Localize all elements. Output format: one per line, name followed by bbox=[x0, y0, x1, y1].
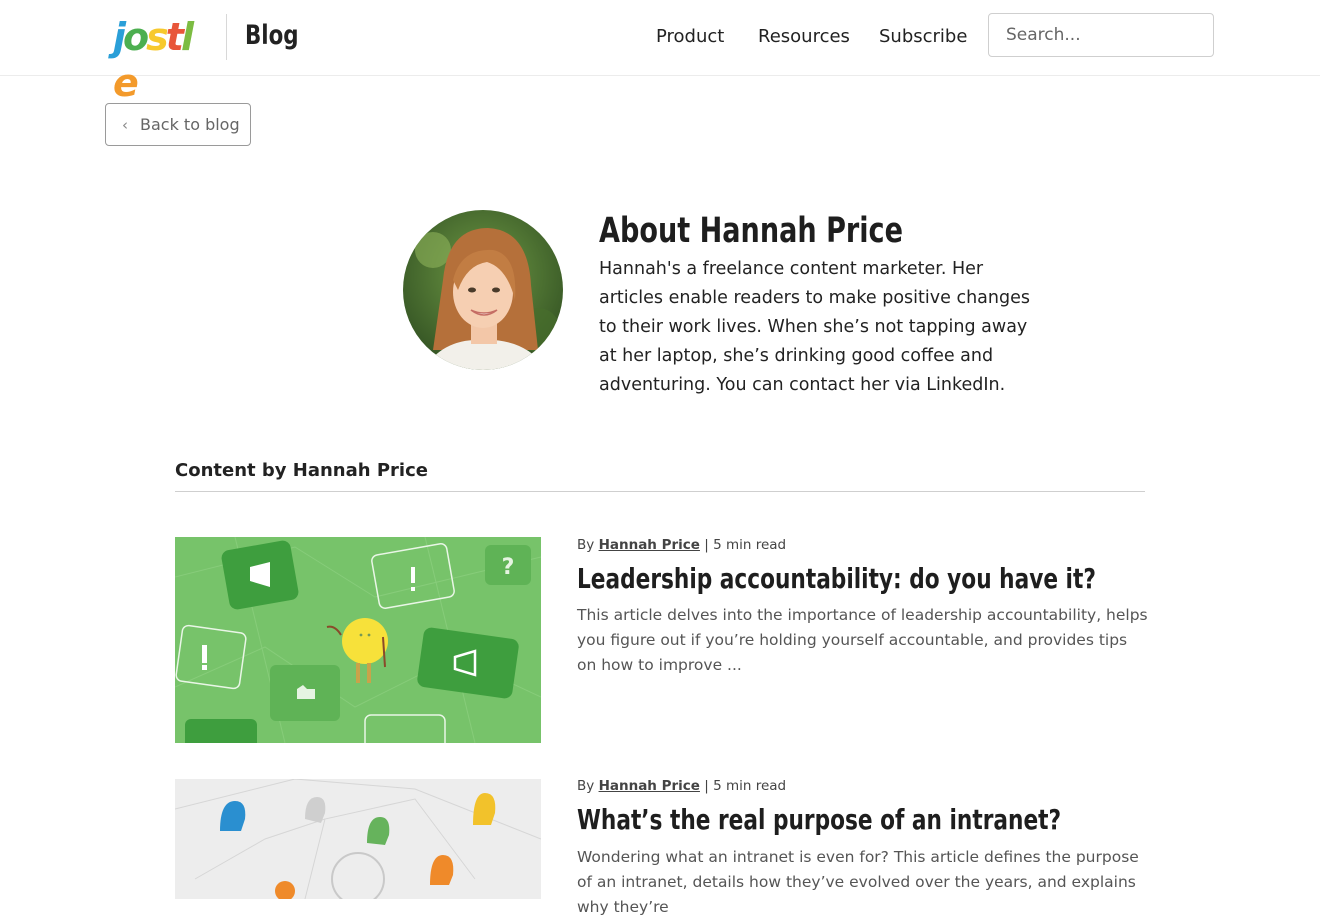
article-title[interactable]: Leadership accountability: do you have i… bbox=[577, 562, 1096, 595]
logo-divider bbox=[226, 14, 227, 60]
author-title: About Hannah Price bbox=[599, 211, 903, 251]
byline-prefix: By bbox=[577, 537, 595, 553]
byline-prefix: By bbox=[577, 778, 595, 794]
back-to-blog-button[interactable]: ‹ Back to blog bbox=[105, 103, 251, 146]
logo-letter: o bbox=[123, 15, 149, 59]
author-link[interactable]: Hannah Price bbox=[599, 778, 700, 794]
author-link[interactable]: Hannah Price bbox=[599, 537, 700, 553]
search-input[interactable] bbox=[988, 13, 1214, 57]
author-avatar bbox=[403, 210, 563, 370]
nav-subscribe[interactable]: Subscribe bbox=[879, 26, 967, 47]
section-divider bbox=[175, 491, 1145, 492]
article-meta: By Hannah Price | 5 min read bbox=[577, 537, 786, 553]
read-time: 5 min read bbox=[713, 778, 787, 794]
author-bio: Hannah's a freelance content marketer. H… bbox=[599, 259, 1030, 395]
nav-resources[interactable]: Resources bbox=[758, 26, 850, 47]
article-image[interactable] bbox=[175, 779, 541, 899]
logo-letter: j bbox=[113, 15, 126, 59]
section-title: Content by Hannah Price bbox=[175, 460, 428, 481]
blog-label[interactable]: Blog bbox=[245, 20, 299, 51]
logo-letter: e bbox=[113, 61, 139, 105]
article-excerpt: Wondering what an intranet is even for? … bbox=[577, 848, 1139, 916]
meta-separator: | bbox=[704, 537, 714, 553]
meta-separator: | bbox=[704, 778, 714, 794]
logo-letter: t bbox=[165, 15, 184, 59]
jostle-logo[interactable]: jostle bbox=[113, 14, 213, 105]
back-to-blog-label: Back to blog bbox=[140, 115, 240, 134]
article-excerpt: This article delves into the importance … bbox=[577, 606, 1148, 674]
logo-letter: s bbox=[146, 15, 169, 59]
read-time: 5 min read bbox=[713, 537, 787, 553]
svg-text:?: ? bbox=[502, 555, 515, 580]
logo-letter: l bbox=[180, 15, 194, 59]
site-header: jostle Blog Product Resources Subscribe bbox=[0, 0, 1320, 105]
article-title[interactable]: What’s the real purpose of an intranet? bbox=[577, 803, 1061, 836]
article-image[interactable]: ? bbox=[175, 537, 541, 743]
article-meta: By Hannah Price | 5 min read bbox=[577, 778, 786, 794]
nav-product[interactable]: Product bbox=[656, 26, 724, 47]
chevron-left-icon: ‹ bbox=[122, 115, 128, 134]
